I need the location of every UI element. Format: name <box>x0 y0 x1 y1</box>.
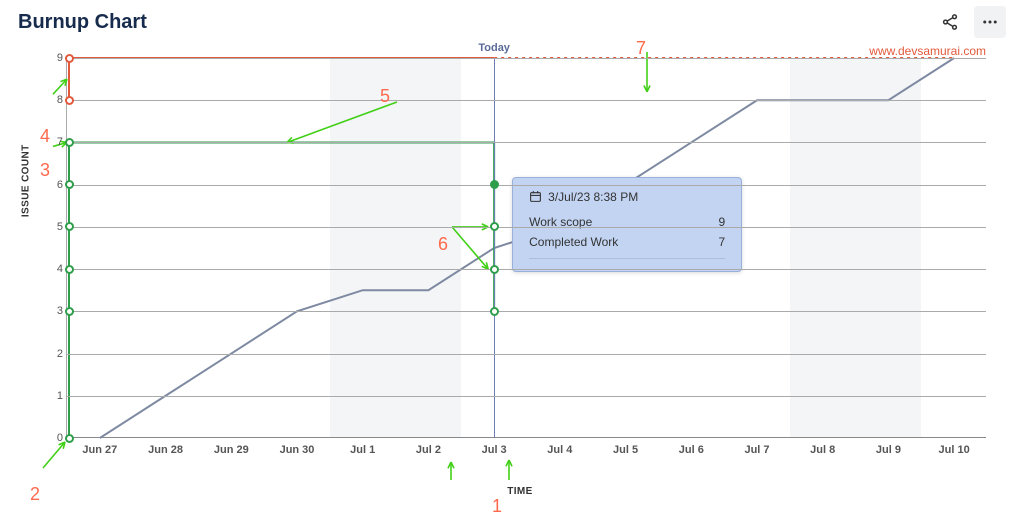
share-icon <box>941 13 959 31</box>
page-title: Burnup Chart <box>18 11 147 34</box>
data-marker <box>490 265 499 274</box>
today-line <box>494 58 495 438</box>
chart-tooltip: 3/Jul/23 8:38 PM Work scope 9 Completed … <box>512 177 742 272</box>
y-tick: 1 <box>49 390 63 402</box>
y-tick: 2 <box>49 348 63 360</box>
gridline <box>67 58 986 59</box>
tooltip-completed-label: Completed Work <box>529 235 618 249</box>
annotation-4: 4 <box>40 126 50 147</box>
gridline <box>67 354 986 355</box>
x-tick: Jul 7 <box>744 444 769 456</box>
data-marker <box>65 96 74 105</box>
x-tick: Jul 5 <box>613 444 638 456</box>
burnup-chart: ISSUE COUNT TIME www.devsamurai.com Toda… <box>0 38 1020 523</box>
more-button[interactable] <box>974 6 1006 38</box>
tooltip-completed-value: 7 <box>718 235 725 249</box>
x-tick: Jul 8 <box>810 444 835 456</box>
annotation-7: 7 <box>636 38 646 59</box>
x-tick: Jul 10 <box>939 444 970 456</box>
brand-link[interactable]: www.devsamurai.com <box>869 44 986 58</box>
data-marker <box>65 54 74 63</box>
data-marker <box>490 307 499 316</box>
gridline <box>67 269 986 270</box>
y-tick: 5 <box>49 221 63 233</box>
annotation-5: 5 <box>380 86 390 107</box>
annotation-6: 6 <box>438 234 448 255</box>
data-marker <box>65 180 74 189</box>
y-tick: 4 <box>49 263 63 275</box>
y-tick: 7 <box>49 136 63 148</box>
y-tick: 6 <box>49 179 63 191</box>
today-label: Today <box>478 42 510 54</box>
tooltip-date: 3/Jul/23 8:38 PM <box>548 190 638 204</box>
y-tick: 3 <box>49 305 63 317</box>
x-tick: Jul 1 <box>350 444 375 456</box>
data-marker <box>65 434 74 443</box>
data-marker <box>65 307 74 316</box>
x-tick: Jul 6 <box>679 444 704 456</box>
gridline <box>67 185 986 186</box>
gridline <box>67 311 986 312</box>
x-tick: Jul 4 <box>547 444 572 456</box>
data-marker <box>490 222 499 231</box>
annotation-2: 2 <box>30 484 40 505</box>
header-actions <box>934 6 1006 38</box>
calendar-icon <box>529 190 542 203</box>
x-tick: Jul 2 <box>416 444 441 456</box>
x-tick: Jun 27 <box>82 444 117 456</box>
ellipsis-icon <box>981 13 999 31</box>
gridline <box>67 227 986 228</box>
x-tick: Jun 29 <box>214 444 249 456</box>
annotation-1: 1 <box>492 496 502 517</box>
plot-area[interactable]: www.devsamurai.com Today 3/Jul/23 8:38 P… <box>66 58 986 438</box>
x-tick: Jun 30 <box>280 444 315 456</box>
x-tick: Jun 28 <box>148 444 183 456</box>
x-tick: Jul 9 <box>876 444 901 456</box>
gridline <box>67 142 986 143</box>
gridline <box>67 396 986 397</box>
data-marker <box>490 180 499 189</box>
y-tick: 9 <box>49 52 63 64</box>
y-axis-label: ISSUE COUNT <box>21 144 32 217</box>
x-tick: Jul 3 <box>482 444 507 456</box>
data-marker <box>65 222 74 231</box>
share-button[interactable] <box>934 6 966 38</box>
data-marker <box>65 265 74 274</box>
gridline <box>67 100 986 101</box>
x-axis-label: TIME <box>507 486 533 497</box>
annotation-3: 3 <box>40 160 50 181</box>
y-tick: 8 <box>49 94 63 106</box>
y-tick: 0 <box>49 432 63 444</box>
data-marker <box>65 138 74 147</box>
